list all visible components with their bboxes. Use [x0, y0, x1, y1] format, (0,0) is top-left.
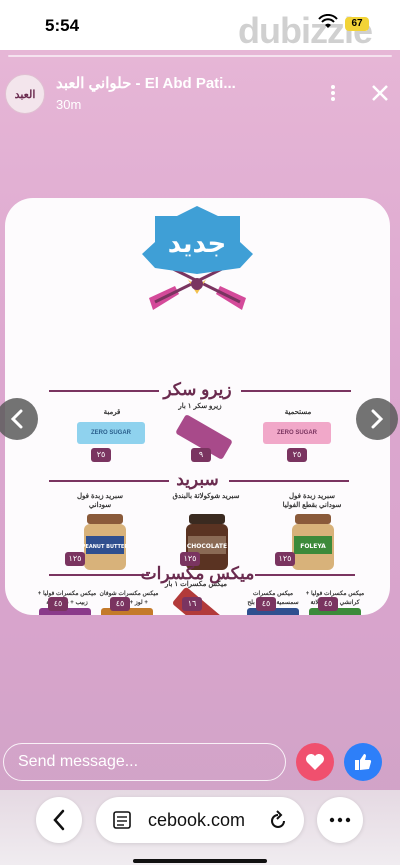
price-tag: ٩	[191, 448, 211, 462]
svg-text:CHOCOLATE: CHOCOLATE	[187, 543, 227, 550]
product-label: زيرو سكر ١ بار	[178, 403, 222, 410]
home-indicator[interactable]	[133, 859, 267, 863]
more-horizontal-icon	[329, 817, 351, 823]
story-progress-bar	[8, 55, 392, 57]
url-text: cebook.com	[148, 810, 246, 830]
send-message-input[interactable]	[3, 743, 286, 781]
next-story-button[interactable]	[356, 398, 398, 440]
battery-indicator: 67	[345, 17, 369, 31]
status-time: 5:54	[45, 16, 80, 35]
story-viewer[interactable]: العبد حلواني العبد - El Abd Pati... 30m	[0, 50, 400, 865]
wifi-icon	[318, 13, 338, 35]
price-tag: ٤٥	[256, 597, 276, 611]
product-label: سبريد زبدة فول سوداني بقطع الفوليا	[282, 493, 342, 509]
address-bar[interactable]: cebook.com	[96, 797, 304, 843]
product-label: ميكس مكسرات ١ بار	[165, 581, 227, 588]
chevron-left-icon	[10, 409, 23, 429]
svg-text:FOLEYA: FOLEYA	[300, 543, 326, 550]
price-tag: ٢٥	[287, 448, 307, 462]
new-badge-emblem: جديد	[142, 206, 253, 310]
post-time: 30m	[56, 97, 82, 112]
browser-menu-button[interactable]	[317, 797, 363, 843]
zero-sugar-pack: ZERO SUGAR	[263, 422, 331, 444]
price-tag: ٤٥	[110, 597, 130, 611]
browser-toolbar: cebook.com	[0, 790, 400, 865]
section-title-spread: سبريد	[176, 470, 219, 489]
price-tag: ١٢٥	[180, 552, 200, 566]
price-tag: ٤٥	[48, 597, 68, 611]
product-label: سبريد شوكولاتة بالبندق	[172, 493, 240, 500]
page-name[interactable]: حلواني العبد - El Abd Pati...	[56, 74, 316, 92]
chevron-right-icon	[371, 409, 384, 429]
svg-text:PEANUT BUTTER: PEANUT BUTTER	[82, 544, 129, 550]
close-icon[interactable]	[371, 84, 389, 107]
section-title-zero-sugar: زيرو سكر	[163, 380, 232, 399]
headline-text: جديد	[168, 229, 227, 259]
product-label: قرمبة	[103, 409, 121, 416]
like-reaction-button[interactable]	[344, 743, 382, 781]
product-label: مستحمية	[284, 409, 312, 416]
reload-icon[interactable]	[268, 809, 288, 836]
chevron-left-icon	[53, 809, 65, 831]
zero-sugar-pack: ZERO SUGAR	[77, 422, 145, 444]
price-tag: ٢٥	[91, 448, 111, 462]
thumbs-up-icon	[355, 754, 372, 770]
page-settings-icon[interactable]	[112, 810, 132, 835]
more-options-icon[interactable]	[330, 84, 336, 107]
avatar[interactable]: العبد	[5, 74, 45, 114]
story-header: العبد حلواني العبد - El Abd Pati... 30m	[0, 70, 400, 120]
price-tag: ٤٥	[318, 597, 338, 611]
browser-back-button[interactable]	[36, 797, 82, 843]
heart-icon	[306, 754, 324, 770]
product-label: سبريد زبدة فول سوداني	[76, 493, 124, 509]
love-reaction-button[interactable]	[296, 743, 334, 781]
price-tag: ١٦	[182, 597, 202, 611]
status-bar: 5:54 dubizzle 67	[0, 0, 400, 51]
